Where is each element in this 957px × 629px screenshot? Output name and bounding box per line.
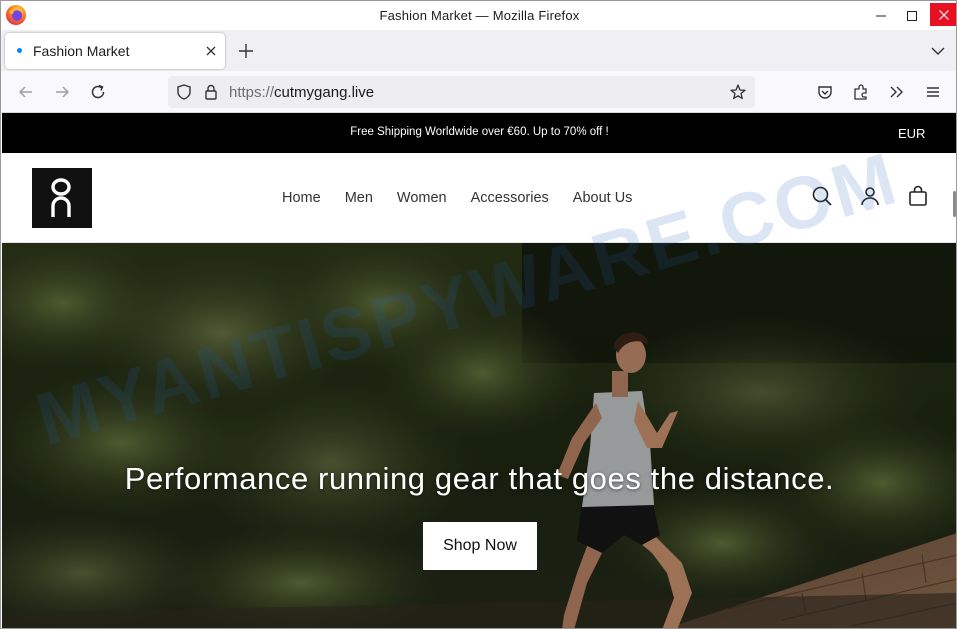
extensions-button[interactable] (849, 80, 873, 104)
pocket-button[interactable] (813, 80, 837, 104)
search-icon[interactable] (810, 184, 834, 208)
tab-label: Fashion Market (33, 43, 130, 59)
close-icon (938, 9, 949, 20)
tab-list-icon[interactable] (927, 40, 949, 62)
navigation-toolbar: https://cutmygang.live (1, 71, 956, 113)
site-header: Home Men Women Accessories About Us (2, 153, 956, 243)
hero-headline: Performance running gear that goes the d… (124, 461, 835, 496)
menu-icon (927, 87, 939, 97)
forward-button[interactable] (50, 80, 74, 104)
maximize-button[interactable] (894, 1, 930, 30)
menu-item-home[interactable]: Home (282, 190, 321, 206)
currency-selector[interactable]: EUR (898, 126, 925, 141)
announcement-bar: Free Shipping Worldwide over €60. Up to … (2, 113, 956, 153)
url-scheme: https:// (229, 84, 275, 101)
tab-close-icon[interactable] (202, 42, 220, 60)
url-host: cutmygang.live (274, 84, 375, 101)
maximize-icon (907, 10, 917, 21)
tracking-shield-icon[interactable] (175, 83, 193, 101)
site-logo[interactable] (32, 168, 92, 228)
title-bar: Fashion Market — Mozilla Firefox (1, 1, 956, 30)
menu-item-men[interactable]: Men (345, 190, 373, 206)
tab-favicon-icon (17, 48, 22, 53)
close-window-button[interactable] (930, 3, 956, 26)
page-scrollbar[interactable] (953, 191, 956, 217)
hero-image (2, 243, 956, 628)
tab-fashion-market[interactable]: Fashion Market (5, 33, 225, 69)
reload-button[interactable] (86, 80, 110, 104)
main-menu: Home Men Women Accessories About Us (282, 190, 632, 206)
url-text[interactable]: https://cutmygang.live (229, 84, 374, 101)
pocket-icon (818, 86, 832, 99)
overflow-icon (890, 86, 903, 98)
reload-icon (91, 84, 105, 99)
back-button[interactable] (14, 80, 38, 104)
browser-window: Fashion Market — Mozilla Firefox Fashion… (0, 0, 957, 629)
web-page: Free Shipping Worldwide over €60. Up to … (2, 113, 956, 628)
window-title: Fashion Market — Mozilla Firefox (379, 8, 580, 23)
forward-icon (56, 86, 70, 98)
announcement-text: Free Shipping Worldwide over €60. Up to … (350, 126, 609, 138)
hero-banner: Performance running gear that goes the d… (2, 243, 956, 628)
on-logo-icon (51, 178, 71, 217)
bookmark-star-icon[interactable] (729, 83, 747, 101)
url-bar[interactable]: https://cutmygang.live (168, 76, 755, 108)
menu-item-women[interactable]: Women (397, 190, 447, 206)
back-icon (18, 86, 32, 98)
account-icon[interactable] (858, 184, 882, 208)
minimize-icon (876, 15, 886, 16)
lock-icon[interactable] (202, 83, 220, 101)
new-tab-icon[interactable] (235, 40, 257, 62)
menu-item-about-us[interactable]: About Us (573, 190, 633, 206)
overflow-button[interactable] (885, 80, 909, 104)
bag-icon[interactable] (906, 184, 930, 208)
shop-now-button[interactable]: Shop Now (423, 522, 537, 570)
extensions-icon (854, 84, 867, 100)
menu-item-accessories[interactable]: Accessories (471, 190, 549, 206)
tab-strip: Fashion Market (1, 30, 956, 71)
app-menu-button[interactable] (921, 80, 945, 104)
